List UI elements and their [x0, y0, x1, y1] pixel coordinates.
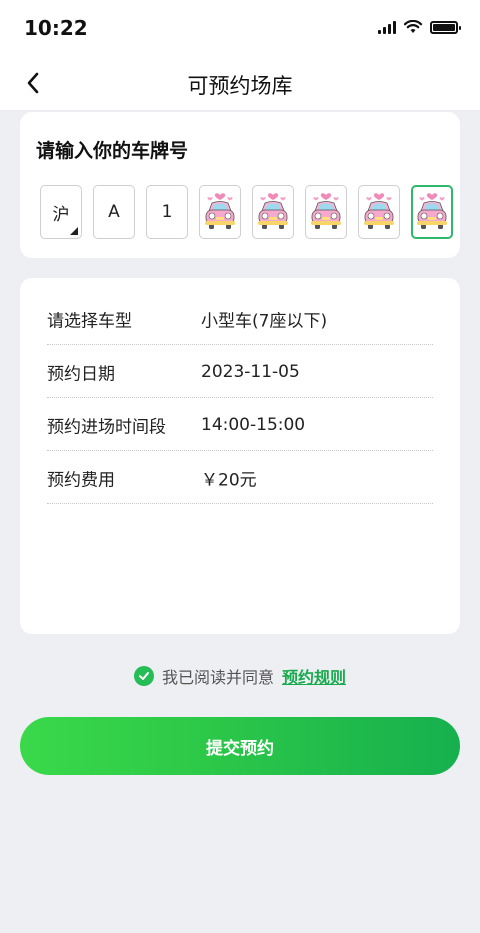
cartoon-car-icon [417, 193, 447, 229]
submit-button[interactable]: 提交预约 [20, 717, 460, 775]
info-row-date[interactable]: 预约日期 2023-11-05 [47, 345, 433, 398]
plate-char-box-active[interactable] [411, 185, 453, 239]
dropdown-triangle-icon [70, 227, 78, 235]
check-circle-icon[interactable] [133, 666, 154, 686]
signal-icon [378, 20, 396, 34]
cartoon-car-icon [364, 193, 394, 229]
info-value: 小型车(7座以下) [201, 311, 328, 332]
cartoon-car-icon [205, 193, 235, 229]
status-icons [378, 20, 461, 34]
status-bar: 10:22 [0, 0, 480, 58]
info-label: 预约日期 [47, 364, 115, 385]
info-value: ￥20元 [201, 470, 257, 491]
info-label: 请选择车型 [47, 311, 132, 332]
plate-char-box-empty[interactable] [358, 185, 400, 239]
plate-char: 沪 [52, 204, 70, 225]
plate-char: A [108, 202, 120, 222]
cartoon-car-icon [258, 193, 288, 229]
plate-char-box[interactable]: A [93, 185, 135, 239]
info-row-fee: 预约费用 ￥20元 [47, 451, 433, 504]
plate-char-box-empty[interactable] [305, 185, 347, 239]
info-label: 预约费用 [47, 470, 115, 491]
wifi-icon [404, 20, 422, 33]
plate-title: 请输入你的车牌号 [36, 140, 189, 162]
plate-input-row: 沪 A 1 [40, 185, 456, 239]
info-row-vehicle-type[interactable]: 请选择车型 小型车(7座以下) [47, 292, 433, 345]
reservation-info-card: 请选择车型 小型车(7座以下) 预约日期 2023-11-05 预约进场时间段 … [20, 278, 460, 634]
info-row-time-slot[interactable]: 预约进场时间段 14:00-15:00 [47, 398, 433, 451]
agreement-row: 我已阅读并同意 预约规则 [0, 662, 480, 690]
plate-char-box-empty[interactable] [199, 185, 241, 239]
agreement-text: 我已阅读并同意 [161, 668, 274, 687]
info-label: 预约进场时间段 [47, 417, 166, 438]
plate-card: 请输入你的车牌号 沪 A 1 [20, 112, 460, 258]
cartoon-car-icon [311, 193, 341, 229]
plate-char-box[interactable]: 1 [146, 185, 188, 239]
info-value: 14:00-15:00 [201, 415, 306, 435]
status-time: 10:22 [24, 16, 88, 40]
plate-province-select[interactable]: 沪 [40, 185, 82, 239]
rules-link[interactable]: 预约规则 [282, 664, 346, 688]
info-value: 2023-11-05 [201, 362, 300, 382]
battery-icon [430, 20, 461, 34]
nav-bar: 可预约场库 [0, 58, 480, 110]
page-title: 可预约场库 [187, 74, 293, 98]
plate-char-box-empty[interactable] [252, 185, 294, 239]
plate-char: 1 [161, 202, 173, 222]
